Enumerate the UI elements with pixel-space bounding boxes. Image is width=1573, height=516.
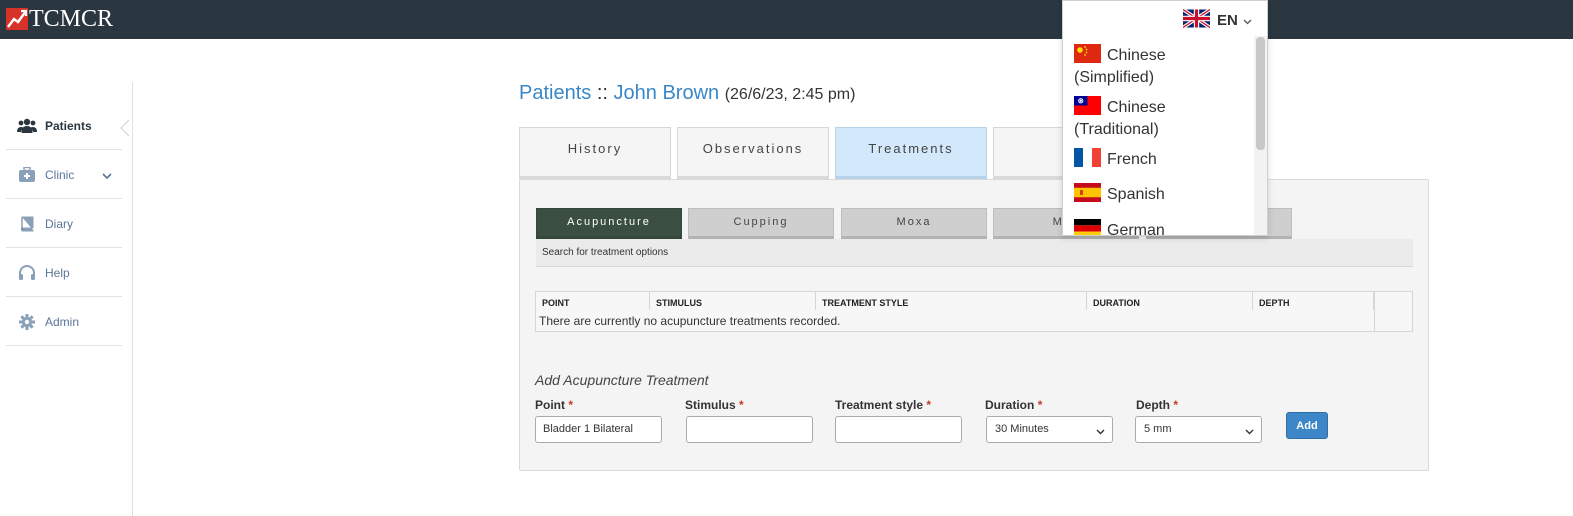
- germany-flag-icon: [1074, 219, 1101, 235]
- spain-flag-icon: [1074, 183, 1101, 207]
- language-dropdown: EN Chinese (Simplified) Chinese (Tradition…: [1062, 0, 1268, 236]
- treatment-style-input[interactable]: [835, 416, 962, 443]
- top-bar: TCMCR: [0, 0, 1573, 39]
- tab-history[interactable]: History: [519, 127, 671, 179]
- chevron-down-icon: [1245, 426, 1254, 438]
- depth-label-text: Depth: [1136, 398, 1170, 412]
- column-header-duration: DURATION: [1087, 292, 1253, 310]
- duration-label: Duration *: [985, 398, 1042, 412]
- language-scrollbar-thumb[interactable]: [1256, 37, 1265, 150]
- sidebar-item-label: Diary: [45, 216, 74, 231]
- breadcrumb-patient-name[interactable]: John Brown: [614, 82, 720, 104]
- breadcrumb: Patients :: John Brown (26/6/23, 2:45 pm…: [519, 82, 855, 105]
- column-header-treatment-style: TREATMENT STYLE: [816, 292, 1087, 310]
- subtab-moxa[interactable]: Moxa: [841, 208, 987, 239]
- subtab-cupping[interactable]: Cupping: [688, 208, 834, 239]
- language-option-label: Spanish: [1107, 186, 1165, 203]
- treatment-style-label-text: Treatment style: [835, 398, 924, 412]
- users-icon: [17, 117, 37, 135]
- required-marker: *: [739, 398, 744, 412]
- point-label: Point *: [535, 398, 573, 412]
- column-header-depth: DEPTH: [1253, 292, 1374, 310]
- table-actions-column: [1374, 292, 1413, 331]
- sidebar-item-help[interactable]: Help: [6, 249, 122, 297]
- language-option-sublabel: (Simplified): [1074, 69, 1155, 86]
- depth-select[interactable]: 5 mm: [1135, 416, 1262, 443]
- required-marker: *: [1037, 398, 1043, 412]
- chevron-down-icon: [1096, 426, 1105, 438]
- book-icon: [17, 215, 37, 233]
- language-option-label: Chinese: [1107, 47, 1166, 64]
- language-option-chinese-traditional[interactable]: Chinese (Traditional): [1074, 96, 1254, 139]
- required-marker: *: [568, 398, 574, 412]
- language-option-spanish[interactable]: Spanish: [1074, 183, 1254, 207]
- language-option-label: Chinese: [1107, 99, 1166, 116]
- sidebar-item-admin[interactable]: Admin: [6, 298, 122, 346]
- duration-select-value: 30 Minutes: [995, 423, 1049, 435]
- duration-label-text: Duration: [985, 398, 1035, 412]
- language-selector[interactable]: EN: [1182, 8, 1252, 32]
- required-marker: *: [1173, 398, 1179, 412]
- depth-select-value: 5 mm: [1144, 423, 1172, 435]
- france-flag-icon: [1074, 148, 1101, 172]
- breadcrumb-patients-link[interactable]: Patients: [519, 82, 591, 104]
- logo-text: TCMCR: [29, 6, 114, 32]
- tab-observations[interactable]: Observations: [677, 127, 829, 179]
- language-option-sublabel: (Traditional): [1074, 121, 1159, 138]
- sidebar-item-clinic[interactable]: Clinic: [6, 151, 122, 199]
- language-option-german[interactable]: German: [1074, 219, 1254, 236]
- chevron-down-icon[interactable]: [102, 169, 112, 183]
- sidebar-item-diary[interactable]: Diary: [6, 200, 122, 248]
- column-header-stimulus: STIMULUS: [650, 292, 816, 310]
- taiwan-flag-icon: [1074, 96, 1101, 120]
- table-header: POINT STIMULUS TREATMENT STYLE DURATION …: [536, 292, 1374, 310]
- add-treatment-title: Add Acupuncture Treatment: [535, 372, 709, 388]
- breadcrumb-separator: ::: [596, 82, 608, 104]
- uk-flag-icon: [1182, 8, 1211, 32]
- stimulus-label: Stimulus *: [685, 398, 744, 412]
- stimulus-label-text: Stimulus: [685, 398, 736, 412]
- tab-treatments[interactable]: Treatments: [835, 127, 987, 179]
- column-header-point: POINT: [536, 292, 650, 310]
- duration-select[interactable]: 30 Minutes: [986, 416, 1113, 443]
- current-language-code: EN: [1217, 12, 1238, 29]
- breadcrumb-date: (26/6/23, 2:45 pm): [724, 86, 856, 103]
- app-logo[interactable]: TCMCR: [6, 6, 113, 32]
- sidebar-item-label: Admin: [45, 314, 80, 329]
- subtab-acupuncture[interactable]: Acupuncture: [536, 208, 682, 239]
- sidebar-item-label: Help: [45, 265, 70, 280]
- sidebar-item-label: Clinic: [45, 167, 75, 182]
- treatment-style-label: Treatment style *: [835, 398, 931, 412]
- depth-label: Depth *: [1136, 398, 1178, 412]
- medkit-icon: [17, 166, 37, 184]
- language-option-chinese-simplified[interactable]: Chinese (Simplified): [1074, 44, 1254, 87]
- point-label-text: Point: [535, 398, 565, 412]
- gear-icon: [17, 313, 37, 331]
- logo-chart-icon: [6, 8, 28, 30]
- chevron-down-icon: [1243, 12, 1252, 29]
- language-option-label: French: [1107, 151, 1157, 168]
- treatment-search-input[interactable]: Search for treatment options: [536, 239, 1413, 267]
- required-marker: *: [926, 398, 932, 412]
- headset-icon: [17, 264, 37, 282]
- acupuncture-table: POINT STIMULUS TREATMENT STYLE DURATION …: [535, 291, 1413, 332]
- sidebar-item-label: Patients: [45, 118, 92, 133]
- language-option-label: German: [1107, 222, 1165, 236]
- stimulus-input[interactable]: [686, 416, 813, 443]
- language-option-french[interactable]: French: [1074, 148, 1254, 172]
- sidebar-item-patients[interactable]: Patients: [6, 102, 122, 150]
- add-treatment-button[interactable]: Add: [1286, 412, 1328, 439]
- point-input[interactable]: Bladder 1 Bilateral: [535, 416, 662, 443]
- table-empty-message: There are currently no acupuncture treat…: [539, 314, 841, 328]
- china-flag-icon: [1074, 44, 1101, 68]
